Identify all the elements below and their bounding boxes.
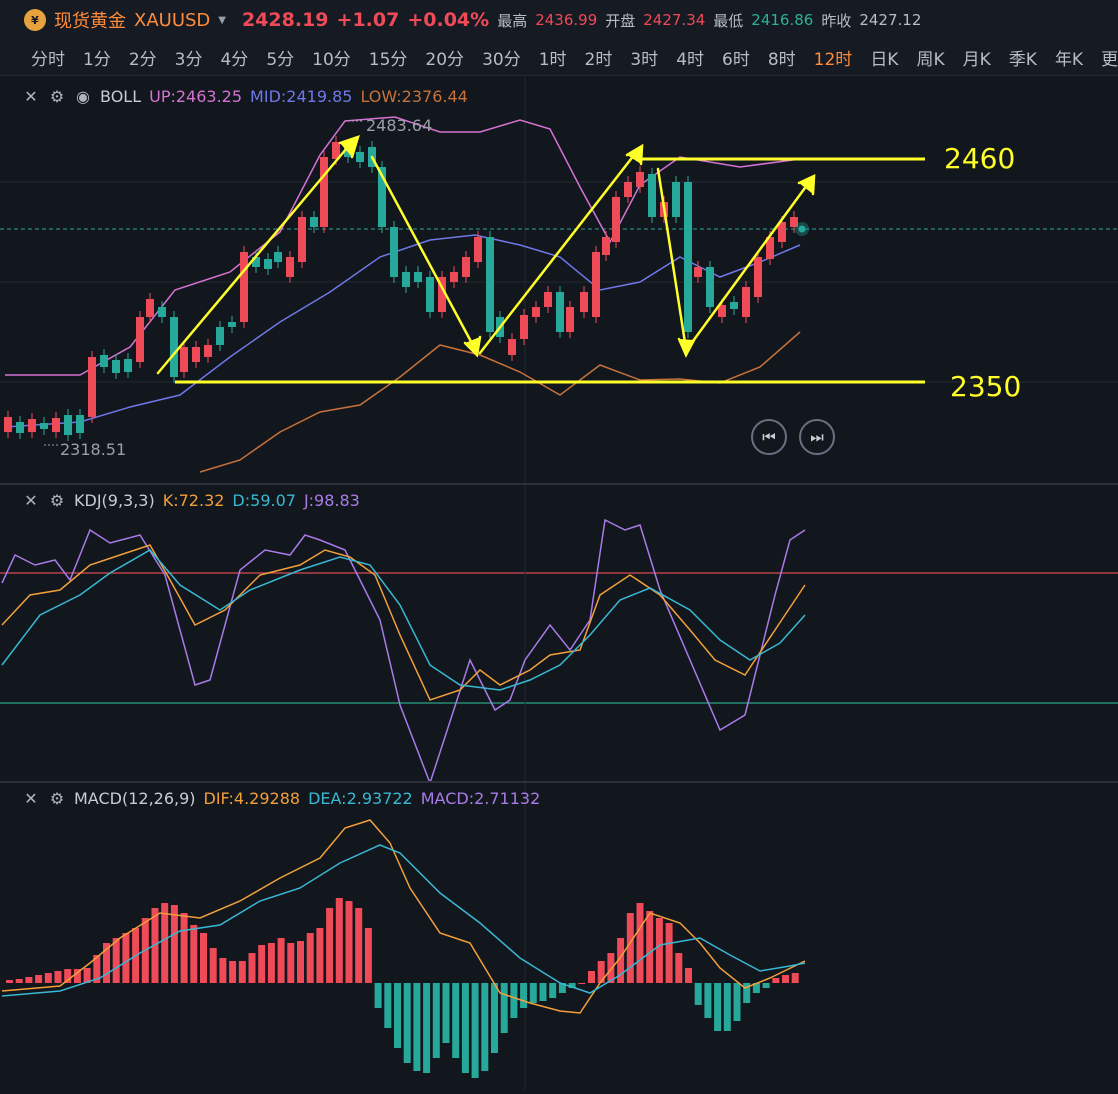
boll-low: LOW:2376.44 [360,87,468,106]
tab-21[interactable]: 年K [1046,45,1092,70]
tab-4[interactable]: 4分 [211,45,257,70]
last-price: 2428.19 [241,9,329,31]
tab-5[interactable]: 5分 [257,45,303,70]
kdj-d: D:59.07 [232,491,296,510]
tab-0[interactable]: 分时 [22,45,74,70]
low-value: 2416.86 [751,11,814,29]
high-mark-label: 2483.64 [366,116,432,135]
gold-coin-icon: ¥ [24,9,46,31]
instrument-title[interactable]: 现货黄金 [54,7,126,33]
kdj-d-line [1,549,806,691]
macd-dea: DEA:2.93722 [308,789,413,808]
tab-13[interactable]: 4时 [667,45,713,70]
close-icon[interactable]: ✕ [22,491,40,510]
gear-icon[interactable]: ⚙ [48,491,66,510]
boll-up: UP:2463.25 [149,87,243,106]
boll-name: BOLL [100,87,142,106]
macd-value: MACD:2.71132 [420,789,541,808]
kdj-k: K:72.32 [162,491,225,510]
tab-1[interactable]: 1分 [74,45,120,70]
boll-mid-line [4,234,801,428]
tab-22[interactable]: 更多 [1092,45,1118,70]
open-label: 开盘 [605,11,636,30]
level-label-2350: 2350 [950,370,1021,403]
kdj-j: J:98.83 [303,491,360,510]
high-value: 2436.99 [535,11,598,29]
tab-16[interactable]: 12时 [805,45,862,70]
level-label-2460: 2460 [944,142,1015,175]
price-change: +1.07 [336,9,400,31]
gear-icon[interactable]: ⚙ [48,87,66,106]
kdj-name: KDJ(9,3,3) [74,491,155,510]
tab-3[interactable]: 3分 [166,45,212,70]
tab-14[interactable]: 6时 [713,45,759,70]
macd-dif-line [1,819,806,1014]
boll-mid: MID:2419.85 [250,87,353,106]
prev-close-value: 2427.12 [859,11,922,29]
kdj-pane: ✕ ⚙ KDJ(9,3,3) K:72.32 D:59.07 J:98.83 [0,485,1118,786]
macd-pane: ✕ ⚙ MACD(12,26,9) DIF:4.29288 DEA:2.9372… [0,783,1118,1090]
kdj-legend: ✕ ⚙ KDJ(9,3,3) K:72.32 D:59.07 J:98.83 [22,491,360,510]
low-mark-label: 2318.51 [60,440,126,459]
kdj-chart[interactable] [0,485,1118,786]
tab-18[interactable]: 周K [907,45,953,70]
tab-9[interactable]: 30分 [473,45,530,70]
kdj-k-line [1,544,806,701]
macd-name: MACD(12,26,9) [74,789,196,808]
kdj-j-line [1,518,806,786]
tab-17[interactable]: 日K [861,45,907,70]
tab-19[interactable]: 月K [954,45,1000,70]
open-value: 2427.34 [643,11,706,29]
price-pane: ✕ ⚙ ◉ BOLL UP:2463.25 MID:2419.85 LOW:23… [0,77,1118,485]
next-icon[interactable]: ⏭ [799,419,835,455]
tab-11[interactable]: 2时 [576,45,622,70]
price-chart[interactable]: 2460 2350 2483.64 2318.51 [0,77,1118,483]
arrow-up-3[interactable] [683,179,812,354]
arrow-up-1[interactable] [156,140,354,375]
tab-7[interactable]: 15分 [360,45,417,70]
instrument-symbol[interactable]: XAUUSD [134,10,210,31]
tab-20[interactable]: 季K [1000,45,1046,70]
tab-8[interactable]: 20分 [416,45,473,70]
tab-10[interactable]: 1时 [530,45,576,70]
macd-chart[interactable] [0,783,1118,1090]
tab-6[interactable]: 10分 [303,45,360,70]
boll-upper-line [5,116,801,376]
macd-dif: DIF:4.29288 [203,789,301,808]
macd-legend: ✕ ⚙ MACD(12,26,9) DIF:4.29288 DEA:2.9372… [22,789,540,808]
period-tabs: 分时 1分 2分 3分 4分 5分 10分 15分 20分 30分 1时 2时 3时 4时 6时 8时 12时日… [0,40,1118,76]
chevron-down-icon[interactable]: ▼ [218,15,226,26]
close-icon[interactable]: ✕ [22,789,40,808]
gear-icon[interactable]: ⚙ [48,789,66,808]
macd-histogram [6,898,799,1078]
boll-lower-line [199,331,801,473]
high-label: 最高 [497,11,528,30]
tab-15[interactable]: 8时 [759,45,805,70]
price-change-pct: +0.04% [407,9,490,31]
boll-legend: ✕ ⚙ ◉ BOLL UP:2463.25 MID:2419.85 LOW:23… [22,87,468,106]
arrow-down-1[interactable] [370,155,477,351]
quote-header: ¥ 现货黄金 XAUUSD ▼ 2428.19 +1.07 +0.04% 最高 … [0,0,1118,40]
low-label: 最低 [713,11,744,30]
tab-2[interactable]: 2分 [120,45,166,70]
prev-icon[interactable]: ⏮ [751,419,787,455]
close-icon[interactable]: ✕ [22,87,40,106]
tab-12[interactable]: 3时 [621,45,667,70]
prev-close-label: 昨收 [821,11,852,30]
eye-icon[interactable]: ◉ [74,87,92,106]
